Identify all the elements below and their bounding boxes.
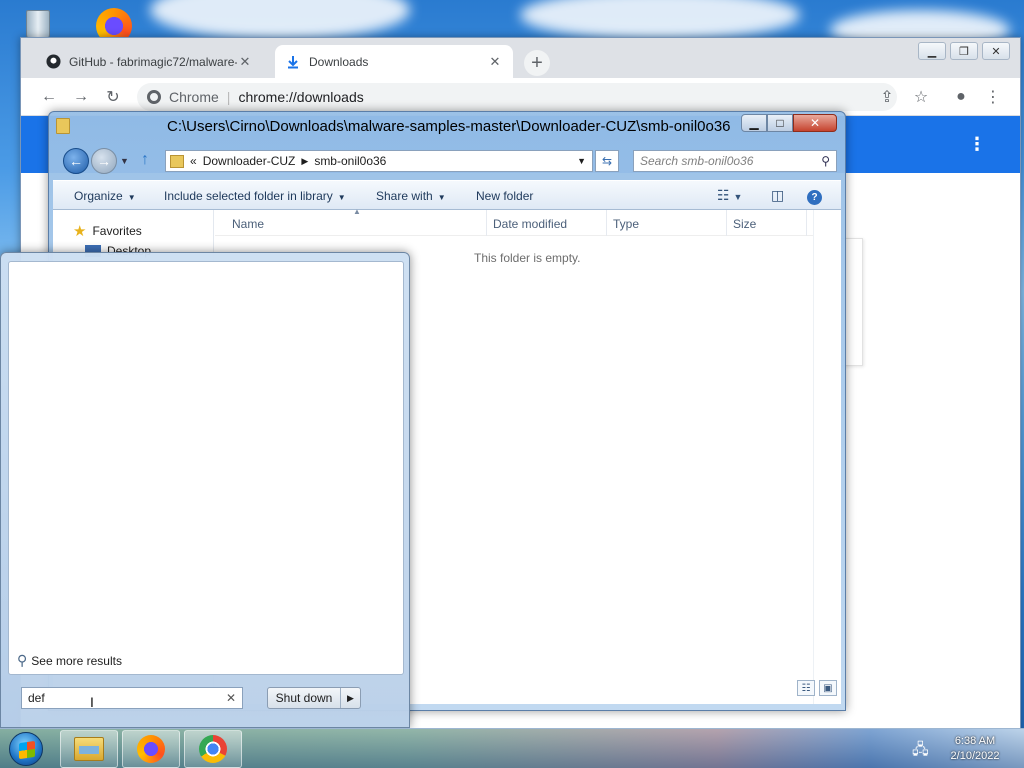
site-label: Chrome [169,89,219,105]
chrome-logo-icon [147,90,161,104]
maximize-button[interactable]: □ [767,114,793,132]
network-icon[interactable]: 🖧 [912,739,929,764]
sort-ascending-icon: ▲ [353,207,361,216]
vertical-scrollbar[interactable] [813,210,841,704]
back-button[interactable]: ← [63,148,89,174]
search-placeholder: Search smb-onil0o36 [640,154,754,168]
magnifier-icon: ⚲ [17,652,28,668]
shutdown-button[interactable]: Shut down ▶ [267,687,361,709]
address-bar[interactable]: « Downloader-CUZ ▶ smb-onil0o36 ▼ [165,150,593,172]
see-more-label: See more results [31,653,122,668]
download-icon [285,54,301,70]
clock-date: 2/10/2022 [950,750,1000,762]
address-dropdown-icon[interactable]: ▼ [577,156,586,166]
menu-kebab-icon[interactable]: ⋮ [983,87,1003,107]
command-bar: Organize ▼ Include selected folder in lib… [53,180,841,210]
url-text: chrome://downloads [238,89,364,105]
tab-downloads[interactable]: Downloads ✕ [275,45,513,78]
share-with-button[interactable]: Share with ▼ [376,189,446,203]
file-explorer-icon [74,737,104,761]
start-search-input[interactable]: def ✕ [21,687,243,709]
taskbar-firefox-button[interactable] [122,730,180,768]
chrome-icon [199,735,227,763]
close-button[interactable]: ✕ [793,114,837,132]
folder-icon [56,118,70,134]
see-more-results-link[interactable]: ⚲ See more results [17,652,122,669]
tab-strip: GitHub - fabrimagic72/malware- ✕ Downloa… [21,38,1020,78]
new-folder-button[interactable]: New folder [476,189,533,203]
search-input[interactable]: Search smb-onil0o36 ⚲ [633,150,837,172]
new-tab-button[interactable]: + [524,50,550,76]
large-icons-view-icon[interactable]: ▣ [819,680,837,696]
tab-github[interactable]: GitHub - fabrimagic72/malware- ✕ [35,45,263,78]
column-date-modified[interactable]: Date modified [493,217,567,231]
back-icon[interactable]: ← [39,87,59,107]
shutdown-label: Shut down [275,691,333,705]
address-bar[interactable]: Chrome | chrome://downloads [137,83,897,111]
column-type[interactable]: Type [613,217,639,231]
column-headers: ▲ Name Date modified Type Size [215,207,813,236]
profile-icon[interactable]: ● [951,87,971,107]
column-name[interactable]: Name [232,217,264,231]
clear-search-icon[interactable]: ✕ [226,691,236,705]
windows-logo-icon [9,732,43,766]
clock-time: 6:38 AM [954,735,996,747]
tab-label: Downloads [309,54,369,69]
help-icon[interactable]: ? [807,187,822,205]
column-size[interactable]: Size [733,217,756,231]
start-menu: ⚲ See more results def ✕ I Shut down ▶ [0,252,410,728]
search-icon: ⚲ [821,154,830,168]
breadcrumb-current[interactable]: smb-onil0o36 [314,154,386,168]
taskbar-explorer-button[interactable] [60,730,118,768]
more-actions-icon[interactable]: ⋮ [968,134,986,155]
text-cursor-icon: I [90,694,94,710]
favorites-label: Favorites [92,224,142,238]
up-folder-icon[interactable]: ↑ [141,151,149,169]
change-view-icon[interactable]: ☷ ▼ [717,187,742,204]
github-icon [45,54,61,70]
system-clock[interactable]: 6:38 AM 2/10/2022 [936,734,1014,764]
firefox-icon [137,735,165,763]
search-results-pane: ⚲ See more results [8,261,404,675]
minimize-button[interactable]: ▁ [918,42,946,60]
breadcrumb-overflow[interactable]: « [190,154,197,168]
close-window-button[interactable]: ✕ [982,42,1010,60]
close-tab-icon[interactable]: ✕ [237,54,253,70]
minimize-button[interactable]: ▁ [741,114,767,132]
forward-icon[interactable]: → [71,87,91,107]
taskbar: 🖧 6:38 AM 2/10/2022 [0,728,1024,768]
close-tab-icon[interactable]: ✕ [487,54,503,70]
star-icon: ★ [73,223,87,240]
bookmark-star-icon[interactable]: ☆ [911,87,931,107]
recent-pages-dropdown[interactable]: ▼ [120,156,129,166]
details-view-icon[interactable]: ☷ [797,680,815,696]
search-value: def [28,691,45,705]
breadcrumb-downloader-cuz[interactable]: Downloader-CUZ [203,154,296,168]
start-button[interactable] [4,731,48,767]
refresh-button[interactable]: ⇆ [595,150,619,172]
tab-label: GitHub - fabrimagic72/malware- [69,54,237,69]
chevron-right-icon[interactable]: ▶ [301,156,308,167]
forward-button[interactable]: → [91,148,117,174]
window-title: C:\Users\Cirno\Downloads\malware-samples… [167,118,731,135]
taskbar-chrome-button[interactable] [184,730,242,768]
share-icon[interactable]: ⇪ [877,87,897,107]
restore-button[interactable]: ❐ [950,42,978,60]
favorites-node[interactable]: ★ Favorites [73,222,142,240]
organize-button[interactable]: Organize ▼ [74,189,136,203]
shutdown-options-arrow-icon[interactable]: ▶ [340,688,360,708]
reload-icon[interactable]: ↻ [103,87,123,107]
include-in-library-button[interactable]: Include selected folder in library ▼ [164,189,346,203]
navigation-bar: ← → ▼ ↑ « Downloader-CUZ ▶ smb-onil0o36 … [49,142,845,180]
preview-pane-icon[interactable]: ◫ [771,187,784,204]
folder-icon [170,154,184,168]
empty-folder-message: This folder is empty. [474,251,581,265]
